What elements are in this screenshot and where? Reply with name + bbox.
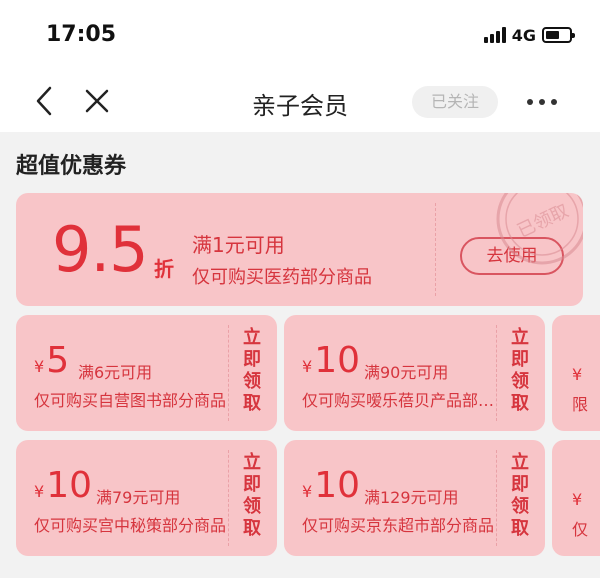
- battery-icon: [542, 27, 575, 43]
- coupon-condition: 满6元可用: [78, 363, 153, 382]
- more-icon[interactable]: [522, 92, 562, 112]
- coupon-discount-value: 9.5: [52, 213, 149, 286]
- section-title: 超值优惠券: [16, 154, 127, 179]
- status-indicators: 4G: [483, 25, 575, 45]
- signal-icon: [483, 27, 506, 43]
- coupon-description: 仅可购买嗳乐蓓贝产品部分商品: [302, 391, 498, 410]
- coupon-discount-unit: 折: [154, 257, 174, 281]
- currency-symbol: ¥: [572, 490, 583, 509]
- coupon-divider: [496, 450, 497, 546]
- status-time: 17:05: [46, 22, 117, 47]
- coupon-value: 10: [46, 465, 92, 506]
- coupon-card: ¥ 10 满79元可用 仅可购买宫中秘策部分商品 立即领取: [16, 440, 277, 556]
- coupon-description: 仅可购买医药部分商品: [192, 267, 372, 288]
- currency-symbol: ¥: [302, 482, 313, 501]
- coupon-card-partial[interactable]: ¥ 限: [552, 315, 600, 431]
- claim-coupon-button[interactable]: 立即领取: [508, 452, 532, 540]
- coupon-card: ¥ 5 满6元可用 仅可购买自营图书部分商品 立即领取: [16, 315, 277, 431]
- coupon-card-partial[interactable]: ¥ 仅: [552, 440, 600, 556]
- coupon-amount: ¥ 5: [34, 341, 69, 381]
- coupon-description: 仅可购买宫中秘策部分商品: [34, 516, 227, 535]
- coupon-card: ¥ 10 满129元可用 仅可购买京东超市部分商品 立即领取: [284, 440, 545, 556]
- coupon-description: 仅可购买京东超市部分商品: [302, 516, 495, 535]
- currency-symbol: ¥: [302, 357, 313, 376]
- claim-coupon-button[interactable]: 立即领取: [508, 327, 532, 415]
- coupon-value: 10: [314, 465, 360, 506]
- status-bar: 17:05 4G: [0, 0, 600, 70]
- currency-symbol: ¥: [34, 482, 45, 501]
- coupon-description: 仅可购买自营图书部分商品: [34, 391, 227, 410]
- coupon-amount: ¥ 10: [34, 466, 92, 506]
- coupon-divider: [228, 450, 229, 546]
- back-icon[interactable]: [30, 84, 60, 118]
- stamp-text: 已领取: [514, 200, 572, 242]
- coupon-condition: 满1元可用: [192, 233, 285, 257]
- coupon-divider: [435, 203, 436, 296]
- network-type: 4G: [511, 25, 536, 45]
- coupon-description: 仅: [572, 520, 589, 539]
- coupon-condition: 满90元可用: [364, 363, 449, 382]
- coupon-description: 限: [572, 395, 589, 414]
- coupon-divider: [228, 325, 229, 421]
- claim-coupon-button[interactable]: 立即领取: [240, 452, 264, 540]
- follow-button[interactable]: 已关注: [412, 86, 498, 118]
- coupon-condition: 满79元可用: [96, 488, 181, 507]
- coupon-divider: [496, 325, 497, 421]
- coupon-amount: ¥ 10: [302, 341, 360, 381]
- claim-coupon-button[interactable]: 立即领取: [240, 327, 264, 415]
- nav-bar: 亲子会员 已关注: [0, 70, 600, 132]
- coupon-card: ¥ 10 满90元可用 仅可购买嗳乐蓓贝产品部分商品 立即领取: [284, 315, 545, 431]
- discount-coupon-card: 9.5 折 满1元可用 仅可购买医药部分商品 去使用 已领取: [16, 193, 583, 306]
- coupon-condition: 满129元可用: [364, 488, 459, 507]
- coupon-amount: ¥ 10: [302, 466, 360, 506]
- coupon-value: 5: [46, 340, 70, 381]
- currency-symbol: ¥: [34, 357, 45, 376]
- currency-symbol: ¥: [572, 365, 583, 384]
- claimed-stamp-icon: 已领取: [494, 193, 583, 267]
- coupon-value: 10: [314, 340, 360, 381]
- close-icon[interactable]: [82, 86, 112, 116]
